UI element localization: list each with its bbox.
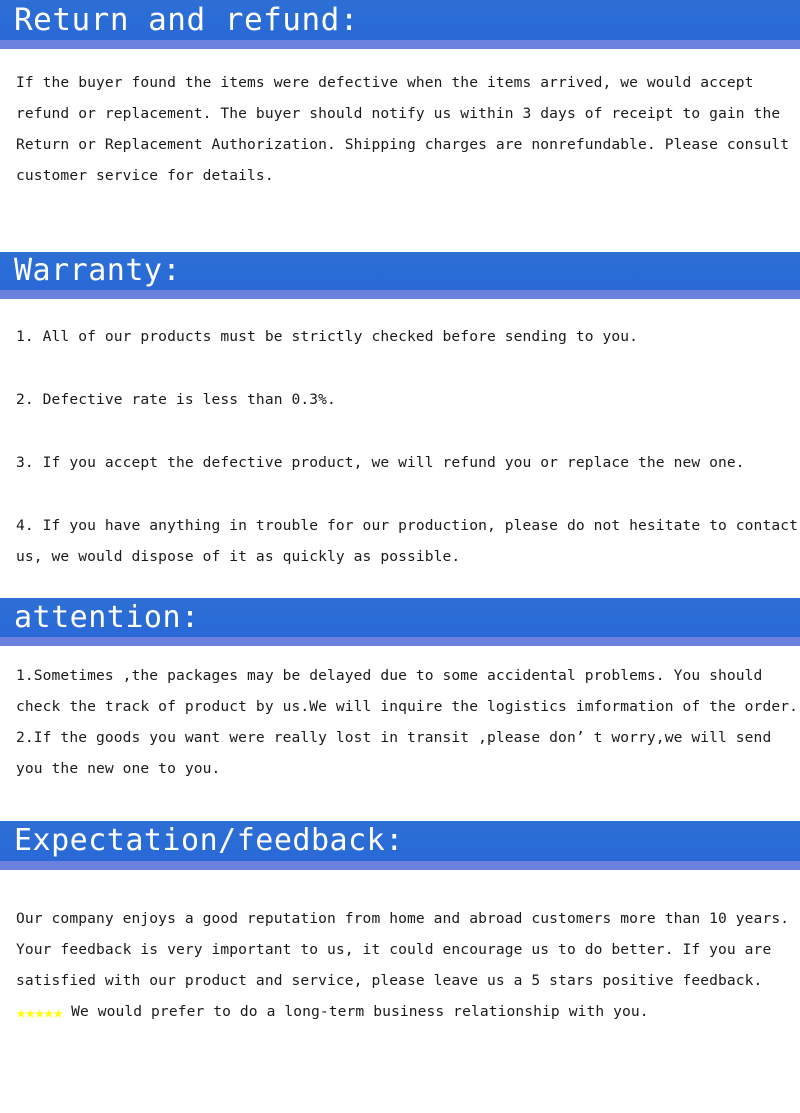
warranty-list: 1. All of our products must be strictly … [0, 321, 800, 572]
policy-page: Return and refund: If the buyer found th… [0, 0, 800, 1113]
section-header-return-and-refund: Return and refund: [0, 0, 800, 49]
section-title-warranty: Warranty: [14, 253, 182, 288]
feedback-text-before-stars: Our company enjoys a good reputation fro… [16, 909, 790, 989]
section-header-expectation-feedback: Expectation/feedback: [0, 821, 800, 870]
section-header-accent-strip [0, 861, 800, 870]
warranty-list-item: 2. Defective rate is less than 0.3%. [16, 391, 336, 408]
section-header-accent-strip [0, 637, 800, 646]
attention-list-item: 2.If the goods you want were really lost… [16, 729, 772, 777]
spacer-before-warranty-header [0, 191, 800, 252]
section-title-expectation-feedback: Expectation/feedback: [14, 823, 404, 858]
attention-list-item: 1.Sometimes ,the packages may be delayed… [16, 667, 798, 715]
section-header-warranty: Warranty: [0, 252, 800, 299]
spacer-before-expectation-header [0, 784, 800, 821]
warranty-list-item: 1. All of our products must be strictly … [16, 328, 639, 345]
attention-list: 1.Sometimes ,the packages may be delayed… [0, 660, 800, 784]
warranty-list-item: 3. If you accept the defective product, … [16, 454, 745, 471]
section-header-accent-strip [0, 40, 800, 49]
section-title-return-and-refund: Return and refund: [14, 1, 359, 38]
expectation-feedback-paragraph: Our company enjoys a good reputation fro… [16, 903, 800, 1027]
five-star-rating-icon: ★★★★★ [16, 1002, 63, 1023]
section-title-attention: attention: [14, 599, 200, 635]
section-header-attention: attention: [0, 598, 800, 646]
section-header-accent-strip [0, 290, 800, 299]
spacer-before-attention-header [0, 572, 800, 598]
return-and-refund-body: If the buyer found the items were defect… [0, 67, 800, 191]
warranty-list-item: 4. If you have anything in trouble for o… [16, 517, 798, 565]
return-and-refund-paragraph: If the buyer found the items were defect… [16, 74, 790, 184]
feedback-text-after-stars: We would prefer to do a long-term busine… [62, 1002, 649, 1020]
expectation-feedback-body: Our company enjoys a good reputation fro… [0, 903, 800, 1027]
